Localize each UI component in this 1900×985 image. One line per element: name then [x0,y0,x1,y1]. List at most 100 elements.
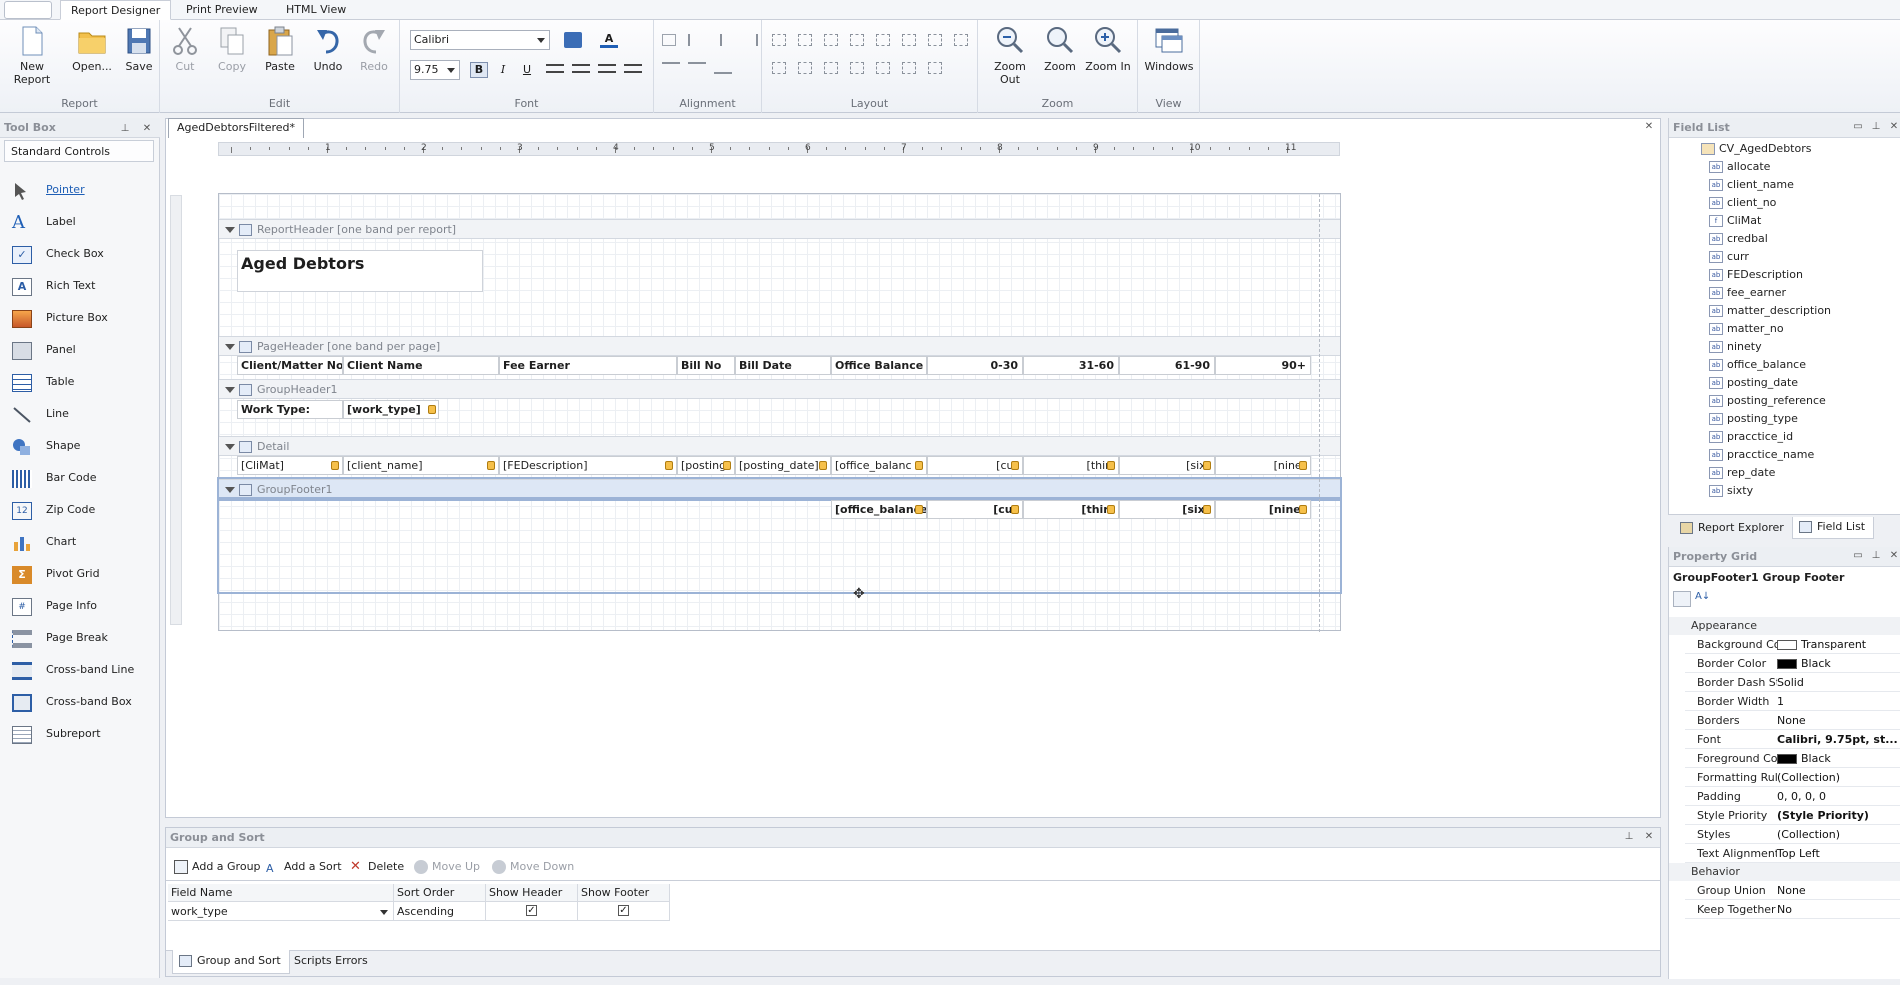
delete-button[interactable]: ✕ Delete [350,858,404,876]
bring-to-front-icon[interactable] [902,62,916,74]
align-rights-icon[interactable] [740,34,758,46]
window-icon[interactable]: ▭ [1851,549,1865,563]
collapse-arrow-icon[interactable] [225,344,235,355]
toolbox-item-cross-band-box[interactable]: Cross-band Box [0,688,158,716]
field-item[interactable]: ab pracctice_id [1709,428,1793,446]
column-header[interactable]: Sort Order [394,884,486,902]
align-middles-icon[interactable] [688,62,706,68]
toolbox-item-cross-band-line[interactable]: Cross-band Line [0,656,158,684]
selected-object[interactable]: GroupFooter1 Group Footer [1673,569,1844,587]
open-button[interactable]: Open... [66,24,118,73]
pin-icon[interactable]: ⊥ [118,122,132,136]
footer-cell[interactable]: [office_balance [831,500,927,519]
toolbox-category[interactable]: Standard Controls [4,140,154,162]
tab-report-designer[interactable]: Report Designer [60,0,172,20]
align-bottoms-icon[interactable] [714,62,732,74]
tab-scripts-errors[interactable]: Scripts Errors [286,950,376,974]
toolbox-item-table[interactable]: Table [0,368,158,396]
new-report-button[interactable]: New Report [2,24,62,86]
toolbox-item-picture-box[interactable]: Picture Box [0,304,158,332]
underline-icon[interactable]: U [518,62,536,78]
column-header[interactable]: Field Name [168,884,394,902]
font-size-combo[interactable]: 9.75 [410,60,460,80]
field-item[interactable]: ab FEDescription [1709,266,1803,284]
property-row[interactable]: Font Calibri, 9.75pt, st... [1685,730,1900,749]
header-cell[interactable]: 90+ [1215,356,1311,375]
copy-button[interactable]: Copy [212,24,252,73]
property-row[interactable]: Keep Together No [1685,900,1900,919]
footer-cell[interactable]: [sixt [1119,500,1215,519]
bold-icon[interactable]: B [470,62,488,78]
property-row[interactable]: Text Alignment Top Left [1685,844,1900,863]
property-value[interactable]: (Collection) [1777,825,1899,844]
field-item[interactable]: ab rep_date [1709,464,1775,482]
band-report-header[interactable]: ReportHeader [one band per report] [219,219,1340,239]
zoom-in-button[interactable]: Zoom In [1084,24,1132,73]
field-list-root[interactable]: CV_AgedDebtors [1701,140,1811,158]
paste-button[interactable]: Paste [260,24,300,73]
send-to-back-icon[interactable] [928,62,942,74]
categorized-icon[interactable] [1673,591,1691,607]
show-footer-checkbox[interactable]: ✓ [618,905,629,916]
property-value[interactable]: Black [1777,749,1899,768]
property-value[interactable]: (Collection) [1777,768,1899,787]
detail-cell[interactable]: [client_name] [343,456,499,475]
tab-html-view[interactable]: HTML View [276,0,356,20]
footer-cell[interactable]: [cur [927,500,1023,519]
work-type-field[interactable]: [work_type] [343,400,439,419]
footer-cell[interactable]: [thirt [1023,500,1119,519]
toolbox-item-shape[interactable]: Shape [0,432,158,460]
sort-alphabetical-icon[interactable]: A↓ [1695,591,1713,607]
field-name-select[interactable]: work_type [168,902,394,921]
property-row[interactable]: Border Dash StySolid [1685,673,1900,692]
detail-cell[interactable]: [CliMat] [237,456,343,475]
tab-group-and-sort[interactable]: Group and Sort [172,950,290,974]
justify-icon[interactable] [624,64,642,73]
footer-cell[interactable]: [ninet [1215,500,1311,519]
field-item[interactable]: ab matter_description [1709,302,1831,320]
align-tops-icon[interactable] [662,62,680,74]
field-item[interactable]: ab office_balance [1709,356,1806,374]
property-row[interactable]: Border Color Black [1685,654,1900,673]
property-row[interactable]: Style Priority (Style Priority) [1685,806,1900,825]
property-value[interactable]: 1 [1777,692,1899,711]
document-tab[interactable]: AgedDebtorsFiltered* [168,118,305,138]
pin-icon[interactable]: ⊥ [1869,549,1883,563]
align-centers-icon[interactable] [714,34,722,46]
property-value[interactable]: Calibri, 9.75pt, st... [1777,730,1899,749]
toolbox-item-label[interactable]: A Label [0,208,158,236]
band-group-header[interactable]: GroupHeader1 [219,379,1340,399]
close-document-icon[interactable]: ✕ [1642,120,1656,134]
column-header[interactable]: Show Footer [578,884,670,902]
pin-icon[interactable]: ⊥ [1622,830,1636,844]
header-cell[interactable]: 61-90 [1119,356,1215,375]
center-horizontally-icon[interactable] [850,62,864,74]
align-right-icon[interactable] [598,64,616,73]
detail-cell[interactable]: [office_balanc [831,456,927,475]
field-item[interactable]: ab client_name [1709,176,1794,194]
toolbox-item-panel[interactable]: Panel [0,336,158,364]
font-color-icon[interactable]: A [600,32,618,48]
band-page-header[interactable]: PageHeader [one band per page] [219,336,1340,356]
pin-icon[interactable]: ⊥ [1869,120,1883,134]
header-cell[interactable]: 0-30 [927,356,1023,375]
collapse-arrow-icon[interactable] [225,487,235,498]
band-group-footer[interactable]: GroupFooter1 [217,477,1342,501]
decrease-h-spacing-icon[interactable] [902,34,916,46]
field-item[interactable]: ab ninety [1709,338,1762,356]
detail-cell[interactable]: [FEDescription] [499,456,677,475]
property-row[interactable]: Background Col Transparent [1685,635,1900,654]
field-item[interactable]: ab allocate [1709,158,1770,176]
header-cell[interactable]: Bill Date [735,356,831,375]
toolbox-item-page-info[interactable]: # Page Info [0,592,158,620]
field-item[interactable]: ab credbal [1709,230,1768,248]
same-size-icon[interactable] [824,34,838,46]
italic-icon[interactable]: I [494,62,512,78]
zoom-button[interactable]: Zoom [1038,24,1082,73]
column-header[interactable]: Show Header [486,884,578,902]
property-value[interactable]: No [1777,900,1899,919]
collapse-arrow-icon[interactable] [225,444,235,455]
header-cell[interactable]: Office Balance [831,356,927,375]
tab-print-preview[interactable]: Print Preview [176,0,268,20]
property-value[interactable]: None [1777,881,1899,900]
